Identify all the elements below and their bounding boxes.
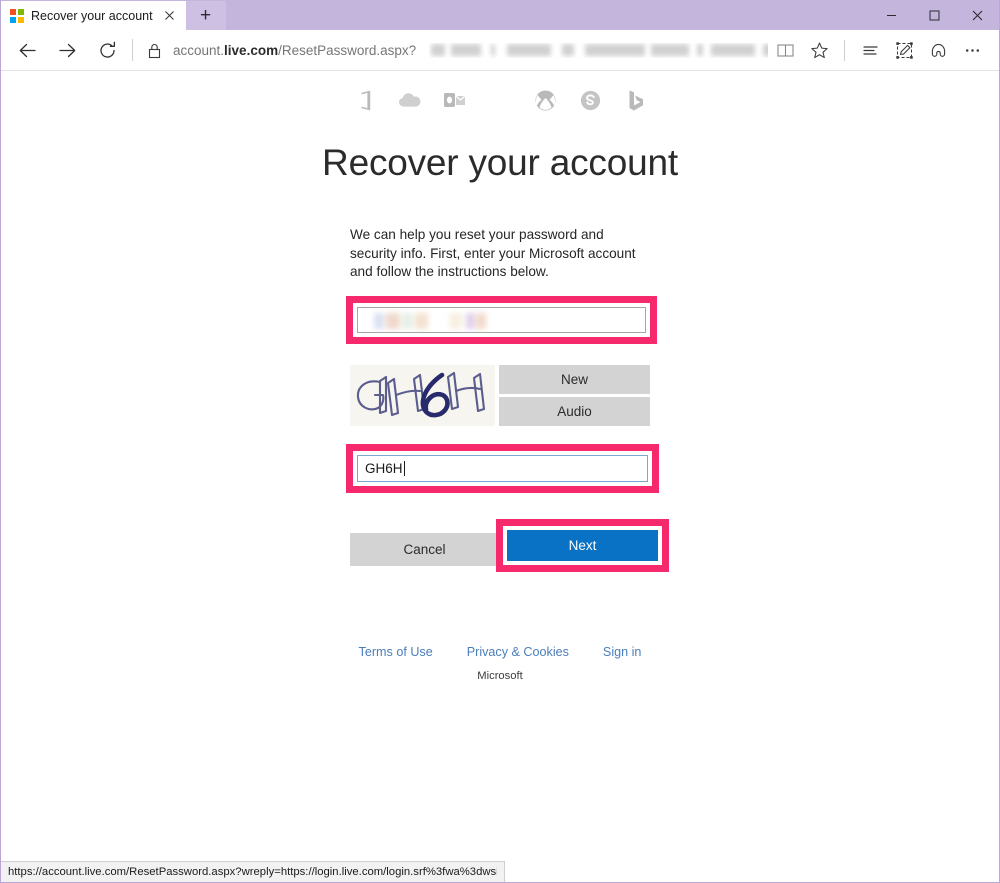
reading-view-icon[interactable] (768, 33, 802, 67)
captcha-input-annotation: GH6H (346, 443, 659, 493)
refresh-icon[interactable] (87, 32, 127, 68)
page-title: Recover your account (322, 142, 678, 183)
minimize-button[interactable] (870, 0, 913, 30)
web-note-icon[interactable] (887, 33, 921, 67)
skype-icon (577, 87, 603, 113)
forward-arrow-icon[interactable] (47, 32, 87, 68)
tab-title: Recover your account (31, 8, 153, 23)
window-controls (870, 0, 999, 30)
email-field-annotation (346, 295, 657, 344)
url-path: /ResetPassword.aspx? (278, 42, 417, 58)
back-arrow-icon[interactable] (7, 32, 47, 68)
share-icon[interactable] (921, 33, 955, 67)
service-logo-row (1, 72, 999, 116)
toolbar-divider-2 (844, 39, 845, 61)
next-button-annotation: Next (496, 518, 669, 572)
lock-icon (146, 42, 163, 59)
status-url: https://account.live.com/ResetPassword.a… (8, 866, 497, 878)
email-input[interactable] (357, 306, 646, 333)
browser-window: Recover your account + account. live.com… (0, 0, 1000, 883)
footer-links: Terms of Use Privacy & Cookies Sign in (350, 645, 650, 659)
brand-label: Microsoft (477, 669, 523, 682)
captcha-input[interactable]: GH6H (357, 454, 648, 482)
sign-in-link[interactable]: Sign in (603, 645, 642, 659)
toolbar-divider (132, 39, 133, 61)
microsoft-icon (487, 87, 513, 113)
xbox-icon (532, 87, 558, 113)
text-cursor (403, 460, 405, 476)
url-text: account. live.com/ResetPassword.aspx? (173, 43, 416, 58)
action-buttons: Cancel Next (350, 518, 669, 572)
bing-icon (622, 87, 648, 113)
captcha-image (350, 364, 495, 426)
title-bar: Recover your account + (1, 0, 999, 30)
page-content: Recover your account We can help you res… (1, 72, 999, 882)
captcha-new-button[interactable]: New (499, 364, 650, 394)
browser-toolbar: account. live.com/ResetPassword.aspx? (1, 30, 999, 71)
onedrive-icon (397, 87, 423, 113)
captcha-row: New Audio (350, 364, 650, 426)
page-footer: Terms of Use Privacy & Cookies Sign in M… (350, 645, 650, 682)
intro-text: We can help you reset your password and … (350, 227, 636, 279)
outlook-icon (442, 87, 468, 113)
captcha-audio-button[interactable]: Audio (499, 396, 650, 426)
privacy-cookies-link[interactable]: Privacy & Cookies (467, 645, 569, 659)
url-prefix: account. (173, 42, 225, 58)
url-domain: live.com (224, 42, 279, 58)
captcha-buttons: New Audio (499, 364, 650, 426)
url-query-redacted (429, 43, 768, 58)
browser-tab[interactable]: Recover your account (1, 1, 186, 30)
address-bar[interactable]: account. live.com/ResetPassword.aspx? (142, 34, 768, 66)
recovery-form: We can help you reset your password and … (346, 184, 669, 682)
microsoft-squares-icon (10, 8, 24, 23)
window-close-button[interactable] (956, 0, 999, 30)
tab-strip: Recover your account + (1, 0, 870, 30)
maximize-button[interactable] (913, 0, 956, 30)
captcha-input-value: GH6H (365, 460, 403, 476)
more-icon[interactable] (955, 33, 989, 67)
hub-icon[interactable] (853, 33, 887, 67)
cancel-button[interactable]: Cancel (350, 532, 499, 566)
status-bar: https://account.live.com/ResetPassword.a… (1, 861, 505, 882)
favorites-star-icon[interactable] (802, 33, 836, 67)
close-icon[interactable] (160, 6, 180, 26)
office-icon (352, 87, 378, 113)
new-tab-button[interactable]: + (185, 1, 226, 30)
terms-of-use-link[interactable]: Terms of Use (359, 645, 433, 659)
next-button[interactable]: Next (507, 529, 658, 561)
